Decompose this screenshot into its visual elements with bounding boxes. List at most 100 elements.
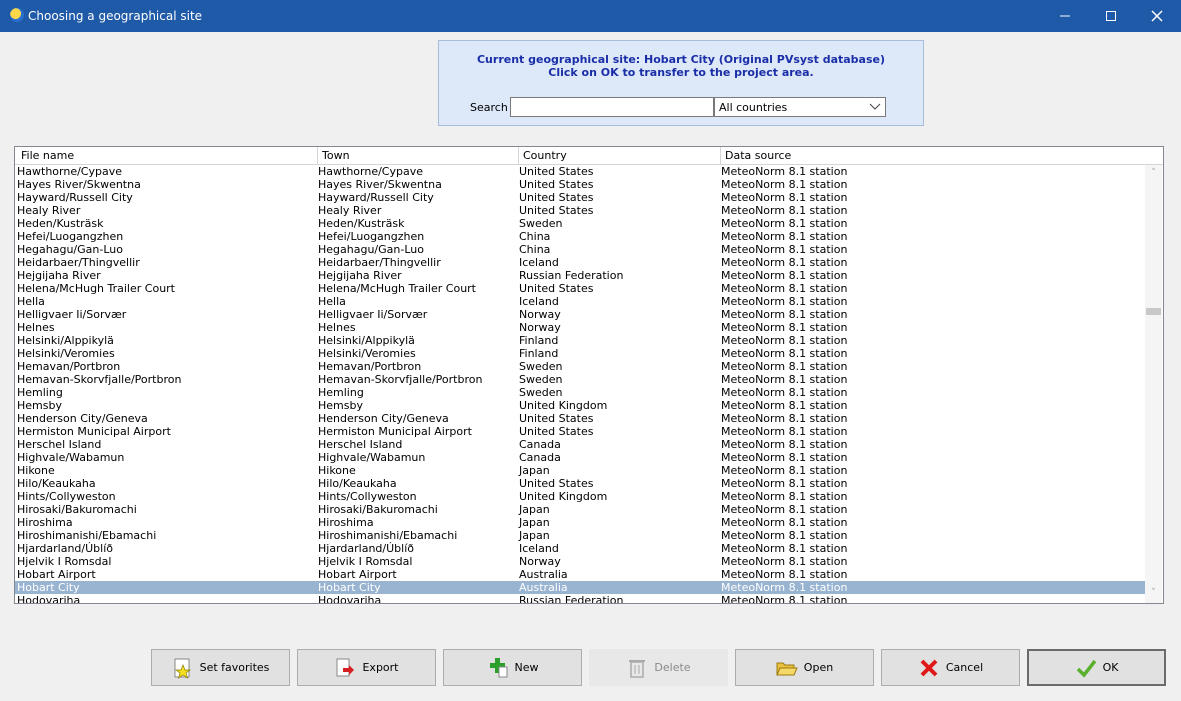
chevron-down-icon [869, 103, 881, 110]
open-button[interactable]: Open [735, 649, 874, 686]
table-row[interactable]: Hints/Collyweston Hints/Collyweston United… [15, 490, 1145, 503]
table-row[interactable]: Hefei/Luogangzhen Hefei/Luogangzhen China M… [15, 230, 1145, 243]
export-button[interactable]: Export [297, 649, 436, 686]
delete-button[interactable]: Delete [589, 649, 728, 686]
file-name-cell: Hefei/Luogangzhen [17, 230, 124, 243]
table-row[interactable]: Herschel Island Herschel Island Canada Mete… [15, 438, 1145, 451]
delete-label: Delete [654, 661, 691, 674]
column-divider[interactable] [518, 147, 519, 164]
minimize-button[interactable] [1042, 0, 1088, 32]
town-cell: Hemsby [318, 399, 363, 412]
country-cell: United States [519, 165, 594, 178]
site-list[interactable]: File name Town Country Data source Hawth… [14, 146, 1164, 604]
set-favorites-button[interactable]: Set favorites [151, 649, 290, 686]
table-row[interactable]: Hobart Airport Hobart Airport Australia Met… [15, 568, 1145, 581]
table-row[interactable]: Henderson City/Geneva Henderson City/Gene… [15, 412, 1145, 425]
table-row[interactable]: Helsinki/Alppikylä Helsinki/Alppikylä Finl… [15, 334, 1145, 347]
table-row[interactable]: Helena/McHugh Trailer Court Helena/McHugh… [15, 282, 1145, 295]
green-check-icon [1075, 657, 1097, 679]
ok-label: OK [1102, 661, 1119, 674]
export-label: Export [362, 661, 399, 674]
table-row[interactable]: Hodovariha Hodovariha Russian Federation Me… [15, 594, 1145, 603]
file-name-cell: Hjardarland/Úblíð [17, 542, 113, 555]
table-row[interactable]: Hobart City Hobart City Australia MeteoNorm… [15, 581, 1145, 594]
file-name-cell: Helligvaer Ii/Sorvær [17, 308, 127, 321]
folder-open-icon [776, 657, 798, 679]
table-row[interactable]: Helsinki/Veromies Helsinki/Veromies Finlan… [15, 347, 1145, 360]
data-source-cell: MeteoNorm 8.1 station [721, 165, 848, 178]
file-name-cell: Hobart Airport [17, 568, 96, 581]
file-name-cell: Helsinki/Alppikylä [17, 334, 114, 347]
table-row[interactable]: Hejgijaha River Hejgijaha River Russian Fe… [15, 269, 1145, 282]
town-cell: Helnes [318, 321, 356, 334]
table-row[interactable]: Hjardarland/Úblíð Hjardarland/Úblíð Icelan… [15, 542, 1145, 555]
country-cell: United Kingdom [519, 399, 608, 412]
table-row[interactable]: Heidarbaer/Thingvellir Heidarbaer/Thingve… [15, 256, 1145, 269]
column-header-data-source[interactable]: Data source [725, 149, 791, 162]
file-name-cell: Heden/Kusträsk [17, 217, 104, 230]
table-row[interactable]: Hemavan/Portbron Hemavan/Portbron Sweden Me… [15, 360, 1145, 373]
data-source-cell: MeteoNorm 8.1 station [721, 295, 848, 308]
table-row[interactable]: Hiroshimanishi/Ebamachi Hiroshimanishi/Eb… [15, 529, 1145, 542]
country-cell: Japan [519, 516, 550, 529]
table-row[interactable]: Hegahagu/Gan-Luo Hegahagu/Gan-Luo China Met… [15, 243, 1145, 256]
table-row[interactable]: Hemsby Hemsby United Kingdom MeteoNorm 8.1 … [15, 399, 1145, 412]
pvsyst-app-icon [10, 8, 24, 22]
file-name-cell: Hirosaki/Bakuromachi [17, 503, 137, 516]
cancel-button[interactable]: Cancel [881, 649, 1020, 686]
maximize-button[interactable] [1088, 0, 1134, 32]
table-row[interactable]: Helligvaer Ii/Sorvær Helligvaer Ii/Sorvær… [15, 308, 1145, 321]
town-cell: Hemling [318, 386, 364, 399]
scrollbar-thumb[interactable] [1146, 308, 1161, 315]
file-name-cell: Hjelvik I Romsdal [17, 555, 112, 568]
column-header-file-name[interactable]: File name [21, 149, 74, 162]
table-row[interactable]: Helnes Helnes Norway MeteoNorm 8.1 station [15, 321, 1145, 334]
country-cell: Iceland [519, 256, 559, 269]
scroll-up-icon[interactable]: ˄ [1149, 169, 1158, 178]
new-button[interactable]: New [443, 649, 582, 686]
country-cell: Canada [519, 451, 561, 464]
cancel-label: Cancel [945, 661, 984, 674]
ok-button[interactable]: OK [1027, 649, 1166, 686]
maximize-icon [1106, 11, 1116, 21]
data-source-cell: MeteoNorm 8.1 station [721, 360, 848, 373]
table-row[interactable]: Hawthorne/Cypave Hawthorne/Cypave United S… [15, 165, 1145, 178]
data-source-cell: MeteoNorm 8.1 station [721, 386, 848, 399]
country-cell: United States [519, 425, 594, 438]
town-cell: Helsinki/Veromies [318, 347, 416, 360]
town-cell: Hiroshimanishi/Ebamachi [318, 529, 458, 542]
table-row[interactable]: Heden/Kusträsk Heden/Kusträsk Sweden MeteoN… [15, 217, 1145, 230]
table-row[interactable]: Hemavan-Skorvfjalle/Portbron Hemavan-Skor… [15, 373, 1145, 386]
column-divider[interactable] [317, 147, 318, 164]
country-cell: Canada [519, 438, 561, 451]
town-cell: Heden/Kusträsk [318, 217, 405, 230]
search-input[interactable] [510, 97, 714, 117]
town-cell: Hemavan-Skorvfjalle/Portbron [318, 373, 483, 386]
table-row[interactable]: Highvale/Wabamun Highvale/Wabamun Canada Me… [15, 451, 1145, 464]
table-row[interactable]: Hikone Hikone Japan MeteoNorm 8.1 station [15, 464, 1145, 477]
column-header-town[interactable]: Town [322, 149, 350, 162]
table-row[interactable]: Hjelvik I Romsdal Hjelvik I Romsdal Norway… [15, 555, 1145, 568]
data-source-cell: MeteoNorm 8.1 station [721, 425, 848, 438]
data-source-cell: MeteoNorm 8.1 station [721, 282, 848, 295]
table-row[interactable]: Hayes River/Skwentna Hayes River/Skwentna… [15, 178, 1145, 191]
table-row[interactable]: Hayward/Russell City Hayward/Russell City… [15, 191, 1145, 204]
table-row[interactable]: Hiroshima Hiroshima Japan MeteoNorm 8.1 sta… [15, 516, 1145, 529]
table-row[interactable]: Hella Hella Iceland MeteoNorm 8.1 station [15, 295, 1145, 308]
country-select[interactable]: All countries [714, 97, 886, 117]
data-source-cell: MeteoNorm 8.1 station [721, 178, 848, 191]
vertical-scrollbar[interactable]: ˄ ˅ [1145, 165, 1162, 603]
table-row[interactable]: Hermiston Municipal Airport Hermiston Mun… [15, 425, 1145, 438]
column-divider[interactable] [720, 147, 721, 164]
table-row[interactable]: Hirosaki/Bakuromachi Hirosaki/Bakuromachi… [15, 503, 1145, 516]
town-cell: Hayes River/Skwentna [318, 178, 442, 191]
table-row[interactable]: Hemling Hemling Sweden MeteoNorm 8.1 statio… [15, 386, 1145, 399]
table-row[interactable]: Healy River Healy River United States Meteo… [15, 204, 1145, 217]
file-name-cell: Helnes [17, 321, 55, 334]
site-rows: Hawthorne/Cypave Hawthorne/Cypave United S… [15, 165, 1145, 603]
close-button[interactable] [1134, 0, 1180, 32]
scroll-down-icon[interactable]: ˅ [1149, 589, 1158, 598]
data-source-cell: MeteoNorm 8.1 station [721, 451, 848, 464]
column-header-country[interactable]: Country [523, 149, 567, 162]
table-row[interactable]: Hilo/Keaukaha Hilo/Keaukaha United States M… [15, 477, 1145, 490]
